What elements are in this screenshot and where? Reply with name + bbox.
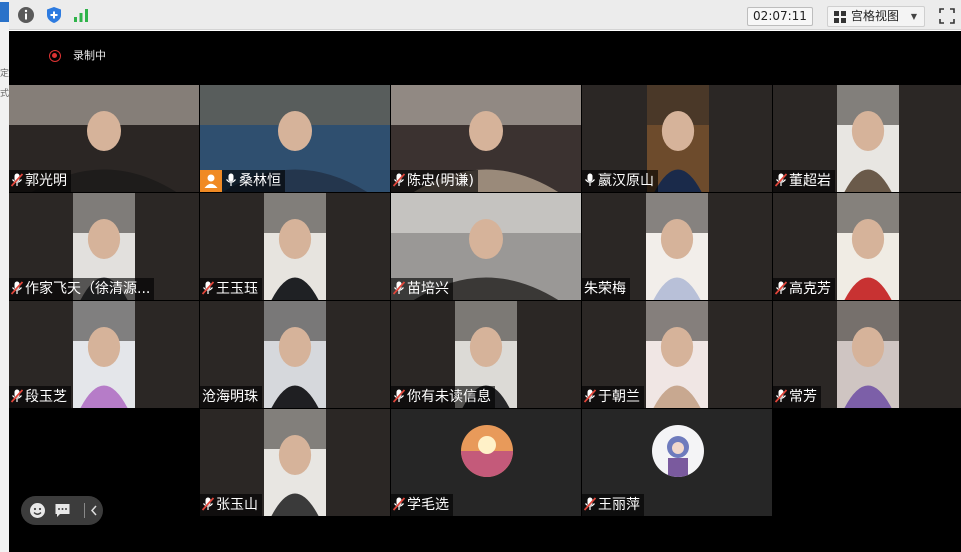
left-strip-char: 定 — [0, 69, 9, 79]
participant-name: 沧海明珠 — [202, 389, 258, 405]
participant-name-label: 沧海明珠 — [200, 386, 262, 408]
participant-tile[interactable]: 苗培兴 — [391, 193, 581, 300]
mic-muted-icon — [392, 388, 406, 403]
record-dot-icon — [49, 50, 61, 62]
mic-muted-icon — [10, 388, 24, 403]
participant-name: 朱荣梅 — [584, 281, 626, 297]
participant-avatar — [652, 425, 704, 477]
participant-name-label: 学毛选 — [391, 494, 453, 516]
chevron-down-icon: ▼ — [910, 12, 917, 21]
participant-name-label: 你有未读信息 — [391, 386, 495, 408]
floating-controls — [21, 496, 103, 525]
host-user-icon — [200, 170, 222, 192]
left-strip-tab — [0, 2, 9, 22]
emoji-icon[interactable] — [29, 502, 46, 519]
participant-name: 王丽萍 — [598, 497, 640, 513]
mic-muted-icon — [774, 172, 788, 187]
participant-name: 于朝兰 — [598, 389, 640, 405]
participant-name: 苗培兴 — [407, 281, 449, 297]
participant-tile[interactable]: 董超岩 — [773, 85, 961, 192]
mic-muted-icon — [392, 496, 406, 511]
grid-view-icon — [834, 11, 846, 23]
mic-muted-icon — [201, 496, 215, 511]
meeting-toolbar: 02:07:11 宫格视图 ▼ — [9, 0, 961, 30]
participant-name-label: 作家飞天（徐清源... — [9, 278, 155, 300]
view-mode-label: 宫格视图 — [851, 9, 900, 23]
participant-tile[interactable]: 王丽萍 — [582, 409, 772, 516]
mic-muted-icon — [583, 496, 597, 511]
mic-muted-icon — [774, 280, 788, 295]
participant-name-label: 董超岩 — [773, 170, 835, 192]
participant-name-label: 王丽萍 — [582, 494, 644, 516]
left-strip-char: 式 — [0, 89, 9, 99]
participant-name: 你有未读信息 — [407, 389, 491, 405]
participant-avatar — [461, 425, 513, 477]
participant-name-label: 于朝兰 — [582, 386, 644, 408]
recording-label: 录制中 — [73, 49, 106, 62]
chat-icon[interactable] — [54, 502, 71, 519]
participant-name: 嬴汉原山 — [598, 173, 654, 189]
mic-muted-icon — [10, 172, 24, 187]
participant-tile[interactable]: 于朝兰 — [582, 301, 772, 408]
mic-icon — [584, 172, 596, 186]
participant-tile[interactable]: 沧海明珠 — [200, 301, 390, 408]
participant-tile[interactable]: 高克芳 — [773, 193, 961, 300]
participant-name: 王玉珏 — [216, 281, 258, 297]
fullscreen-icon[interactable] — [938, 7, 956, 25]
left-window-strip: 定 式 — [0, 0, 9, 552]
mic-muted-icon — [392, 280, 406, 295]
participant-name-label: 王玉珏 — [200, 278, 262, 300]
participant-name: 作家飞天（徐清源... — [25, 281, 151, 297]
participant-tile[interactable]: 张玉山 — [200, 409, 390, 516]
mic-muted-icon — [392, 172, 406, 187]
participant-name: 郭光明 — [25, 173, 67, 189]
participant-tile[interactable]: 你有未读信息 — [391, 301, 581, 408]
participant-name-label: 郭光明 — [9, 170, 71, 192]
meeting-timer: 02:07:11 — [747, 7, 813, 26]
participant-name-label: 嬴汉原山 — [582, 170, 658, 192]
shield-icon[interactable] — [45, 6, 63, 24]
participant-name: 桑林恒 — [239, 173, 281, 189]
participant-name-label: 陈忠(明谦) — [391, 170, 478, 192]
participant-name-label: 桑林恒 — [200, 170, 285, 192]
mic-icon — [225, 172, 237, 186]
participant-tile[interactable]: 朱荣梅 — [582, 193, 772, 300]
collapse-chevron-icon[interactable] — [89, 502, 99, 519]
participant-name-label: 朱荣梅 — [582, 278, 630, 300]
participant-tile[interactable]: 常芳 — [773, 301, 961, 408]
participant-tile[interactable]: 段玉芝 — [9, 301, 199, 408]
participant-tile[interactable]: 郭光明 — [9, 85, 199, 192]
participant-name-label: 常芳 — [773, 386, 821, 408]
control-divider — [84, 503, 85, 518]
participant-name: 董超岩 — [789, 173, 831, 189]
participant-tile[interactable]: 王玉珏 — [200, 193, 390, 300]
participant-name: 张玉山 — [216, 497, 258, 513]
participant-name: 陈忠(明谦) — [407, 173, 474, 189]
participant-name: 段玉芝 — [25, 389, 67, 405]
mic-muted-icon — [201, 280, 215, 295]
participant-tile[interactable]: 学毛选 — [391, 409, 581, 516]
participant-tile[interactable]: 陈忠(明谦) — [391, 85, 581, 192]
participant-name-label: 苗培兴 — [391, 278, 453, 300]
participant-name: 学毛选 — [407, 497, 449, 513]
participant-name: 常芳 — [789, 389, 817, 405]
participant-name-label: 高克芳 — [773, 278, 835, 300]
participant-tile[interactable]: 桑林恒 — [200, 85, 390, 192]
participant-name-label: 段玉芝 — [9, 386, 71, 408]
participant-name: 高克芳 — [789, 281, 831, 297]
mic-muted-icon — [10, 280, 24, 295]
info-icon[interactable] — [17, 6, 35, 24]
participant-tile[interactable]: 嬴汉原山 — [582, 85, 772, 192]
view-mode-dropdown[interactable]: 宫格视图 ▼ — [827, 6, 925, 27]
mic-muted-icon — [774, 388, 788, 403]
video-grid: 录制中 郭光明 桑林恒 陈忠(明谦) 嬴汉原山 董超岩作家飞天（徐清源... 王玉珏 苗培兴… — [9, 31, 961, 552]
mic-muted-icon — [583, 388, 597, 403]
signal-bars-icon[interactable] — [72, 6, 90, 24]
participant-name-label: 张玉山 — [200, 494, 262, 516]
participant-tile[interactable]: 作家飞天（徐清源... — [9, 193, 199, 300]
